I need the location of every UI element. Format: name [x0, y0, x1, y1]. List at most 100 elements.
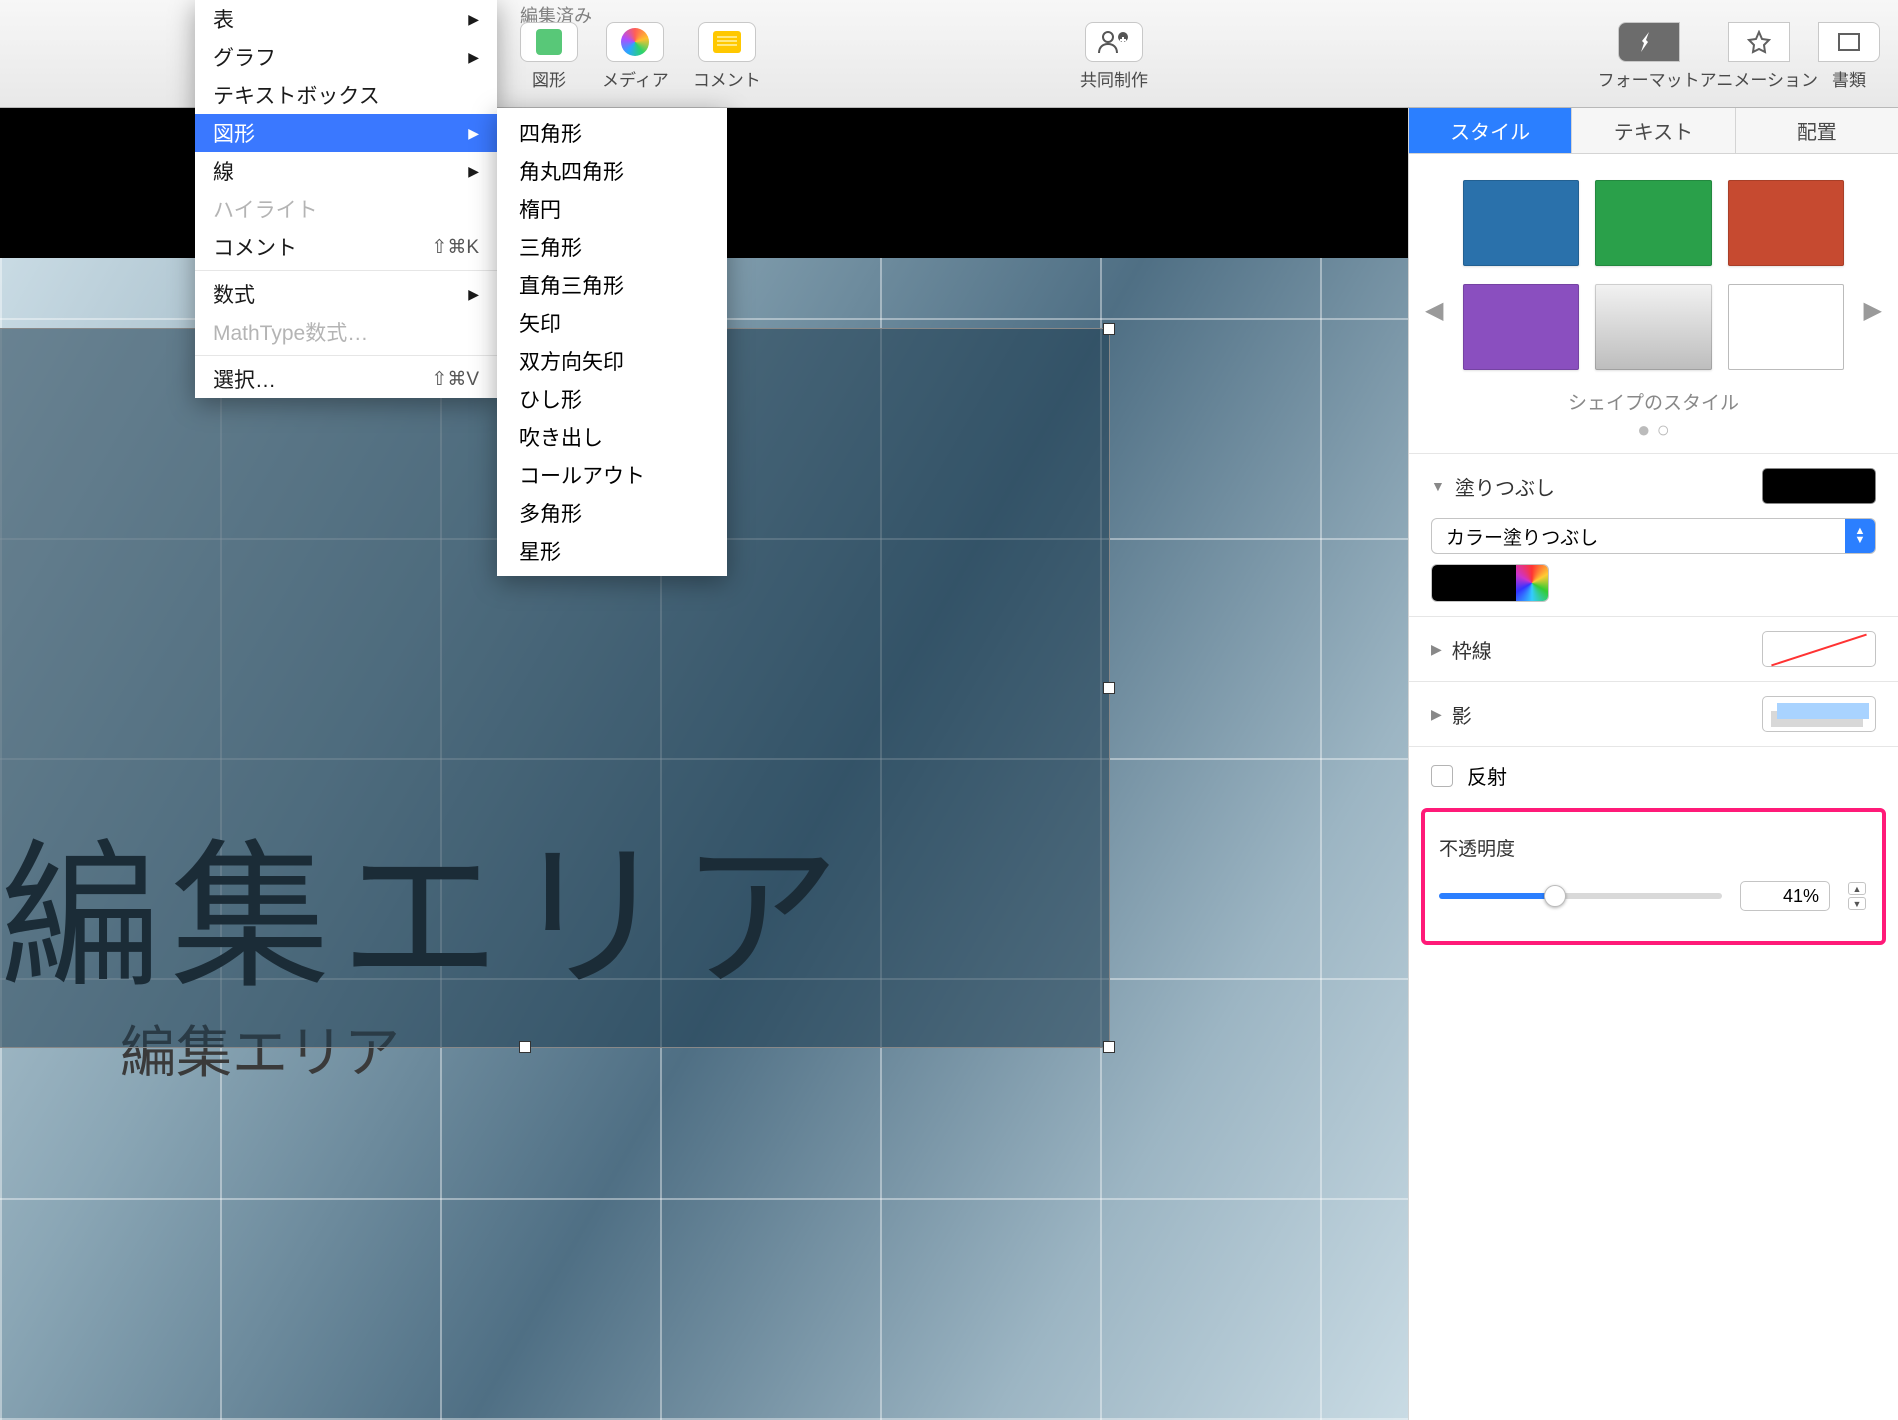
toolbar-center: 図形 メディア コメント [520, 22, 761, 91]
toolbar-shape-label: 図形 [532, 66, 566, 91]
menu-item-textbox[interactable]: テキストボックス [195, 76, 497, 114]
slider-knob[interactable] [1544, 885, 1566, 907]
menu-shortcut: ⇧⌘V [431, 368, 479, 391]
fill-disclosure[interactable]: ▼塗りつぶし [1431, 472, 1555, 501]
submenu-item[interactable]: コールアウト [497, 456, 727, 494]
fill-type-select[interactable]: カラー塗りつぶし ▲▼ [1431, 518, 1876, 554]
submenu-item[interactable]: 星形 [497, 532, 727, 570]
menu-separator [195, 270, 497, 271]
tab-arrange[interactable]: 配置 [1735, 108, 1898, 153]
menu-item-shape[interactable]: 図形▶ [195, 114, 497, 152]
opacity-label: 不透明度 [1439, 834, 1868, 861]
tab-text[interactable]: テキスト [1571, 108, 1734, 153]
select-caret-icon: ▲▼ [1845, 519, 1875, 553]
color-wheel-icon[interactable] [1516, 565, 1548, 601]
shape-submenu: 四角形 角丸四角形 楕円 三角形 直角三角形 矢印 双方向矢印 ひし形 吹き出し… [497, 108, 727, 576]
style-swatch[interactable] [1728, 180, 1844, 266]
toolbar-collaborate-button[interactable]: 共同制作 [1080, 22, 1148, 91]
inspector-tabs: スタイル テキスト 配置 [1409, 108, 1898, 154]
style-swatch[interactable] [1463, 284, 1579, 370]
submenu-arrow-icon: ▶ [468, 286, 479, 303]
animate-label: アニメーション [1700, 66, 1818, 91]
style-swatch[interactable] [1463, 180, 1579, 266]
stroke-label: 枠線 [1452, 635, 1492, 664]
style-swatch[interactable] [1728, 284, 1844, 370]
menu-item-line[interactable]: 線▶ [195, 152, 497, 190]
submenu-item[interactable]: 楕円 [497, 190, 727, 228]
media-icon [606, 22, 664, 62]
shape-style-picker: ◀ ▶ シェイプのスタイル ● ○ [1409, 154, 1898, 453]
toolbar-media-button[interactable]: メディア [602, 22, 669, 91]
inspector-panel: スタイル テキスト 配置 ◀ ▶ シェイプのスタイル ● ○ ▼塗りつぶし カラ… [1408, 108, 1898, 1420]
shadow-disclosure[interactable]: ▶影 [1431, 700, 1472, 729]
submenu-item[interactable]: ひし形 [497, 380, 727, 418]
menu-item-chart[interactable]: グラフ▶ [195, 38, 497, 76]
shadow-label: 影 [1452, 700, 1472, 729]
menu-item-select[interactable]: 選択…⇧⌘V [195, 360, 497, 398]
opacity-slider[interactable] [1439, 893, 1722, 899]
submenu-item[interactable]: 双方向矢印 [497, 342, 727, 380]
resize-handle[interactable] [1103, 323, 1115, 335]
resize-handle[interactable] [1103, 1041, 1115, 1053]
style-picker-title: シェイプのスタイル [1463, 388, 1844, 415]
slider-fill [1439, 893, 1555, 899]
submenu-item[interactable]: 三角形 [497, 228, 727, 266]
menu-item-mathtype: MathType数式… [195, 313, 497, 351]
toolbar-comment-label: コメント [693, 66, 761, 91]
insert-menu: 表▶ グラフ▶ テキストボックス 図形▶ 線▶ ハイライト コメント⇧⌘K 数式… [195, 0, 497, 398]
reflect-section: 反射 [1409, 746, 1898, 804]
submenu-arrow-icon: ▶ [468, 163, 479, 180]
document-tab-button[interactable]: 書類 [1818, 22, 1880, 91]
reflect-label: 反射 [1467, 761, 1507, 790]
fill-color-value [1432, 565, 1516, 601]
opacity-section-highlight: 不透明度 41% ▲▼ [1421, 808, 1886, 945]
submenu-item[interactable]: 直角三角形 [497, 266, 727, 304]
stroke-preview-swatch[interactable] [1762, 631, 1876, 667]
submenu-item[interactable]: 四角形 [497, 114, 727, 152]
collaborate-icon [1085, 22, 1143, 62]
menu-separator [195, 355, 497, 356]
style-swatch[interactable] [1595, 180, 1711, 266]
fill-preview-swatch[interactable] [1762, 468, 1876, 504]
submenu-item[interactable]: 角丸四角形 [497, 152, 727, 190]
fill-type-value: カラー塗りつぶし [1432, 519, 1845, 553]
style-swatch[interactable] [1595, 284, 1711, 370]
shadow-section: ▶影 [1409, 681, 1898, 746]
submenu-arrow-icon: ▶ [468, 11, 479, 28]
animate-tab-button[interactable]: アニメーション [1700, 22, 1818, 91]
comment-icon [698, 22, 756, 62]
toolbar-collab-label: 共同制作 [1080, 66, 1148, 91]
menu-item-table[interactable]: 表▶ [195, 0, 497, 38]
opacity-stepper[interactable]: ▲▼ [1848, 882, 1868, 910]
fill-color-well[interactable] [1431, 564, 1549, 602]
opacity-input[interactable]: 41% [1740, 881, 1830, 911]
stroke-disclosure[interactable]: ▶枠線 [1431, 635, 1492, 664]
submenu-arrow-icon: ▶ [468, 49, 479, 66]
tab-style[interactable]: スタイル [1409, 108, 1571, 153]
toolbar-right: フォーマット アニメーション 書類 [1598, 22, 1880, 91]
toolbar-media-label: メディア [602, 66, 669, 91]
resize-handle[interactable] [519, 1041, 531, 1053]
fill-label: 塗りつぶし [1455, 472, 1555, 501]
toolbar-comment-button[interactable]: コメント [693, 22, 761, 91]
document-label: 書類 [1832, 66, 1866, 91]
menu-item-highlight: ハイライト [195, 190, 497, 228]
toolbar-shape-button[interactable]: 図形 [520, 22, 578, 91]
resize-handle[interactable] [1103, 682, 1115, 694]
submenu-item[interactable]: 吹き出し [497, 418, 727, 456]
submenu-item[interactable]: 多角形 [497, 494, 727, 532]
menu-item-formula[interactable]: 数式▶ [195, 275, 497, 313]
shadow-preview-swatch[interactable] [1762, 696, 1876, 732]
chevron-right-icon[interactable]: ▶ [1864, 296, 1882, 325]
stroke-section: ▶枠線 [1409, 616, 1898, 681]
format-tab-button[interactable]: フォーマット [1598, 22, 1700, 91]
page-dots[interactable]: ● ○ [1463, 417, 1844, 443]
format-label: フォーマット [1598, 66, 1700, 91]
menu-item-comment[interactable]: コメント⇧⌘K [195, 228, 497, 266]
chevron-left-icon[interactable]: ◀ [1425, 296, 1443, 325]
shape-icon [520, 22, 578, 62]
submenu-arrow-icon: ▶ [468, 125, 479, 142]
reflect-checkbox[interactable] [1431, 765, 1453, 787]
fill-section: ▼塗りつぶし カラー塗りつぶし ▲▼ [1409, 453, 1898, 616]
submenu-item[interactable]: 矢印 [497, 304, 727, 342]
